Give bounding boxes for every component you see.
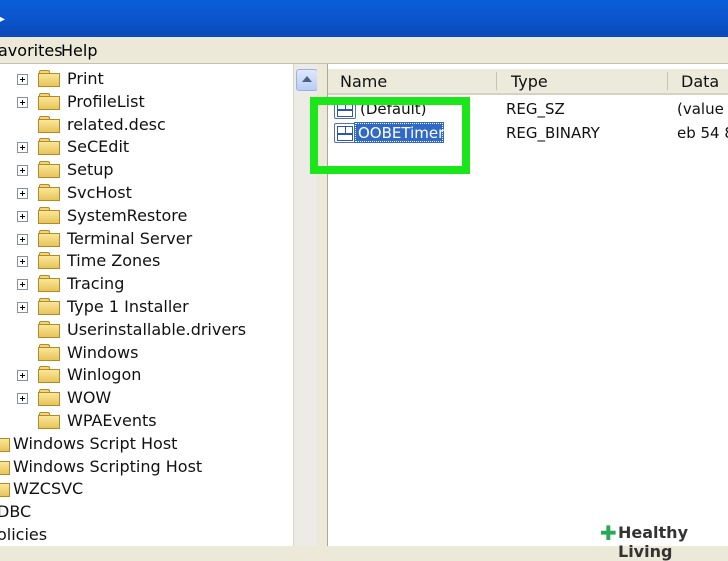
folder-icon bbox=[38, 229, 60, 247]
tree-item-label: Windows Scripting Host bbox=[13, 456, 203, 476]
folder-icon bbox=[38, 92, 60, 110]
folder-icon bbox=[38, 275, 60, 293]
tree-item-label: related.desc bbox=[67, 114, 166, 134]
tree-item-label: WZCSVC bbox=[13, 479, 84, 499]
expand-icon[interactable] bbox=[17, 302, 28, 313]
value-data: (value n bbox=[677, 100, 728, 118]
expand-icon[interactable] bbox=[17, 393, 28, 405]
expand-icon[interactable] bbox=[17, 279, 28, 291]
tree-item-label: SvcHost bbox=[67, 183, 132, 202]
tree-item-label: Type 1 Installer bbox=[67, 297, 189, 316]
folder-icon bbox=[38, 343, 60, 361]
open-folder-icon bbox=[38, 412, 60, 429]
expand-icon[interactable] bbox=[17, 188, 28, 199]
folder-icon bbox=[38, 366, 60, 384]
column-separator[interactable] bbox=[667, 72, 668, 90]
tree-item-label: WPAEvents bbox=[67, 411, 157, 430]
value-type: REG_SZ bbox=[506, 100, 565, 118]
folder-icon bbox=[38, 161, 60, 179]
scroll-up-button[interactable] bbox=[296, 69, 318, 91]
list-column-header: Name Type Data bbox=[328, 69, 728, 95]
tree-item-label: ProfileList bbox=[67, 91, 145, 111]
title-bar: ▸ bbox=[0, 0, 728, 37]
folder-icon bbox=[38, 320, 60, 338]
watermark: ✚ Healthy Living bbox=[596, 519, 728, 561]
folder-icon bbox=[0, 480, 10, 498]
tree-item-label: Windows Script Host bbox=[13, 433, 178, 453]
folder-icon bbox=[38, 115, 60, 133]
tree-item-label: SystemRestore bbox=[67, 205, 188, 225]
column-name[interactable]: Name bbox=[340, 72, 387, 91]
tree-item-label: Print bbox=[67, 69, 104, 88]
expand-icon[interactable] bbox=[17, 210, 28, 222]
plus-icon: ✚ bbox=[600, 521, 617, 545]
tree-item-label: Winlogon bbox=[67, 365, 142, 385]
tree-item-label: Tracing bbox=[67, 274, 125, 294]
folder-icon bbox=[38, 184, 60, 201]
tree-item-label: SeCEdit bbox=[67, 137, 130, 157]
expand-icon[interactable] bbox=[17, 165, 28, 177]
tree-item-label: Setup bbox=[67, 160, 114, 180]
tree-item-label: Userinstallable.drivers bbox=[67, 319, 247, 339]
expand-icon[interactable] bbox=[17, 74, 28, 85]
expand-icon[interactable] bbox=[17, 142, 28, 154]
tree-item-label: olicies bbox=[0, 525, 48, 544]
folder-icon bbox=[38, 138, 60, 156]
expand-icon[interactable] bbox=[17, 96, 28, 108]
folder-icon bbox=[0, 458, 10, 475]
folder-icon bbox=[38, 298, 60, 315]
folder-icon bbox=[0, 435, 10, 452]
expand-icon[interactable] bbox=[17, 256, 28, 268]
highlight-box bbox=[310, 97, 470, 174]
registry-key-tree: Print ProfileList related.desc SeCEdit Setup… bbox=[0, 64, 293, 546]
folder-icon bbox=[38, 70, 60, 87]
chevron-up-icon bbox=[302, 76, 312, 82]
menu-favorites[interactable]: avorites bbox=[0, 41, 63, 60]
tree-item-label: DBC bbox=[0, 502, 32, 522]
menu-bar: avorites Help bbox=[0, 37, 728, 64]
title-bar-fragment: ▸ bbox=[0, 8, 6, 29]
value-type: REG_BINARY bbox=[506, 124, 600, 142]
column-type[interactable]: Type bbox=[511, 72, 548, 91]
column-separator[interactable] bbox=[496, 72, 497, 90]
tree-item-label: Terminal Server bbox=[67, 228, 193, 248]
folder-icon bbox=[38, 206, 60, 224]
watermark-text: Healthy Living bbox=[618, 523, 688, 561]
folder-icon bbox=[38, 389, 60, 407]
value-data: eb 54 8 bbox=[677, 124, 728, 142]
menu-help[interactable]: Help bbox=[61, 41, 97, 60]
tree-item-label: Windows bbox=[67, 342, 139, 362]
folder-icon bbox=[38, 252, 60, 270]
expand-icon[interactable] bbox=[17, 233, 28, 245]
tree-item-label: WOW bbox=[67, 388, 112, 408]
column-data[interactable]: Data bbox=[681, 72, 719, 91]
expand-icon[interactable] bbox=[17, 370, 28, 382]
tree-item-label: Time Zones bbox=[67, 251, 161, 271]
